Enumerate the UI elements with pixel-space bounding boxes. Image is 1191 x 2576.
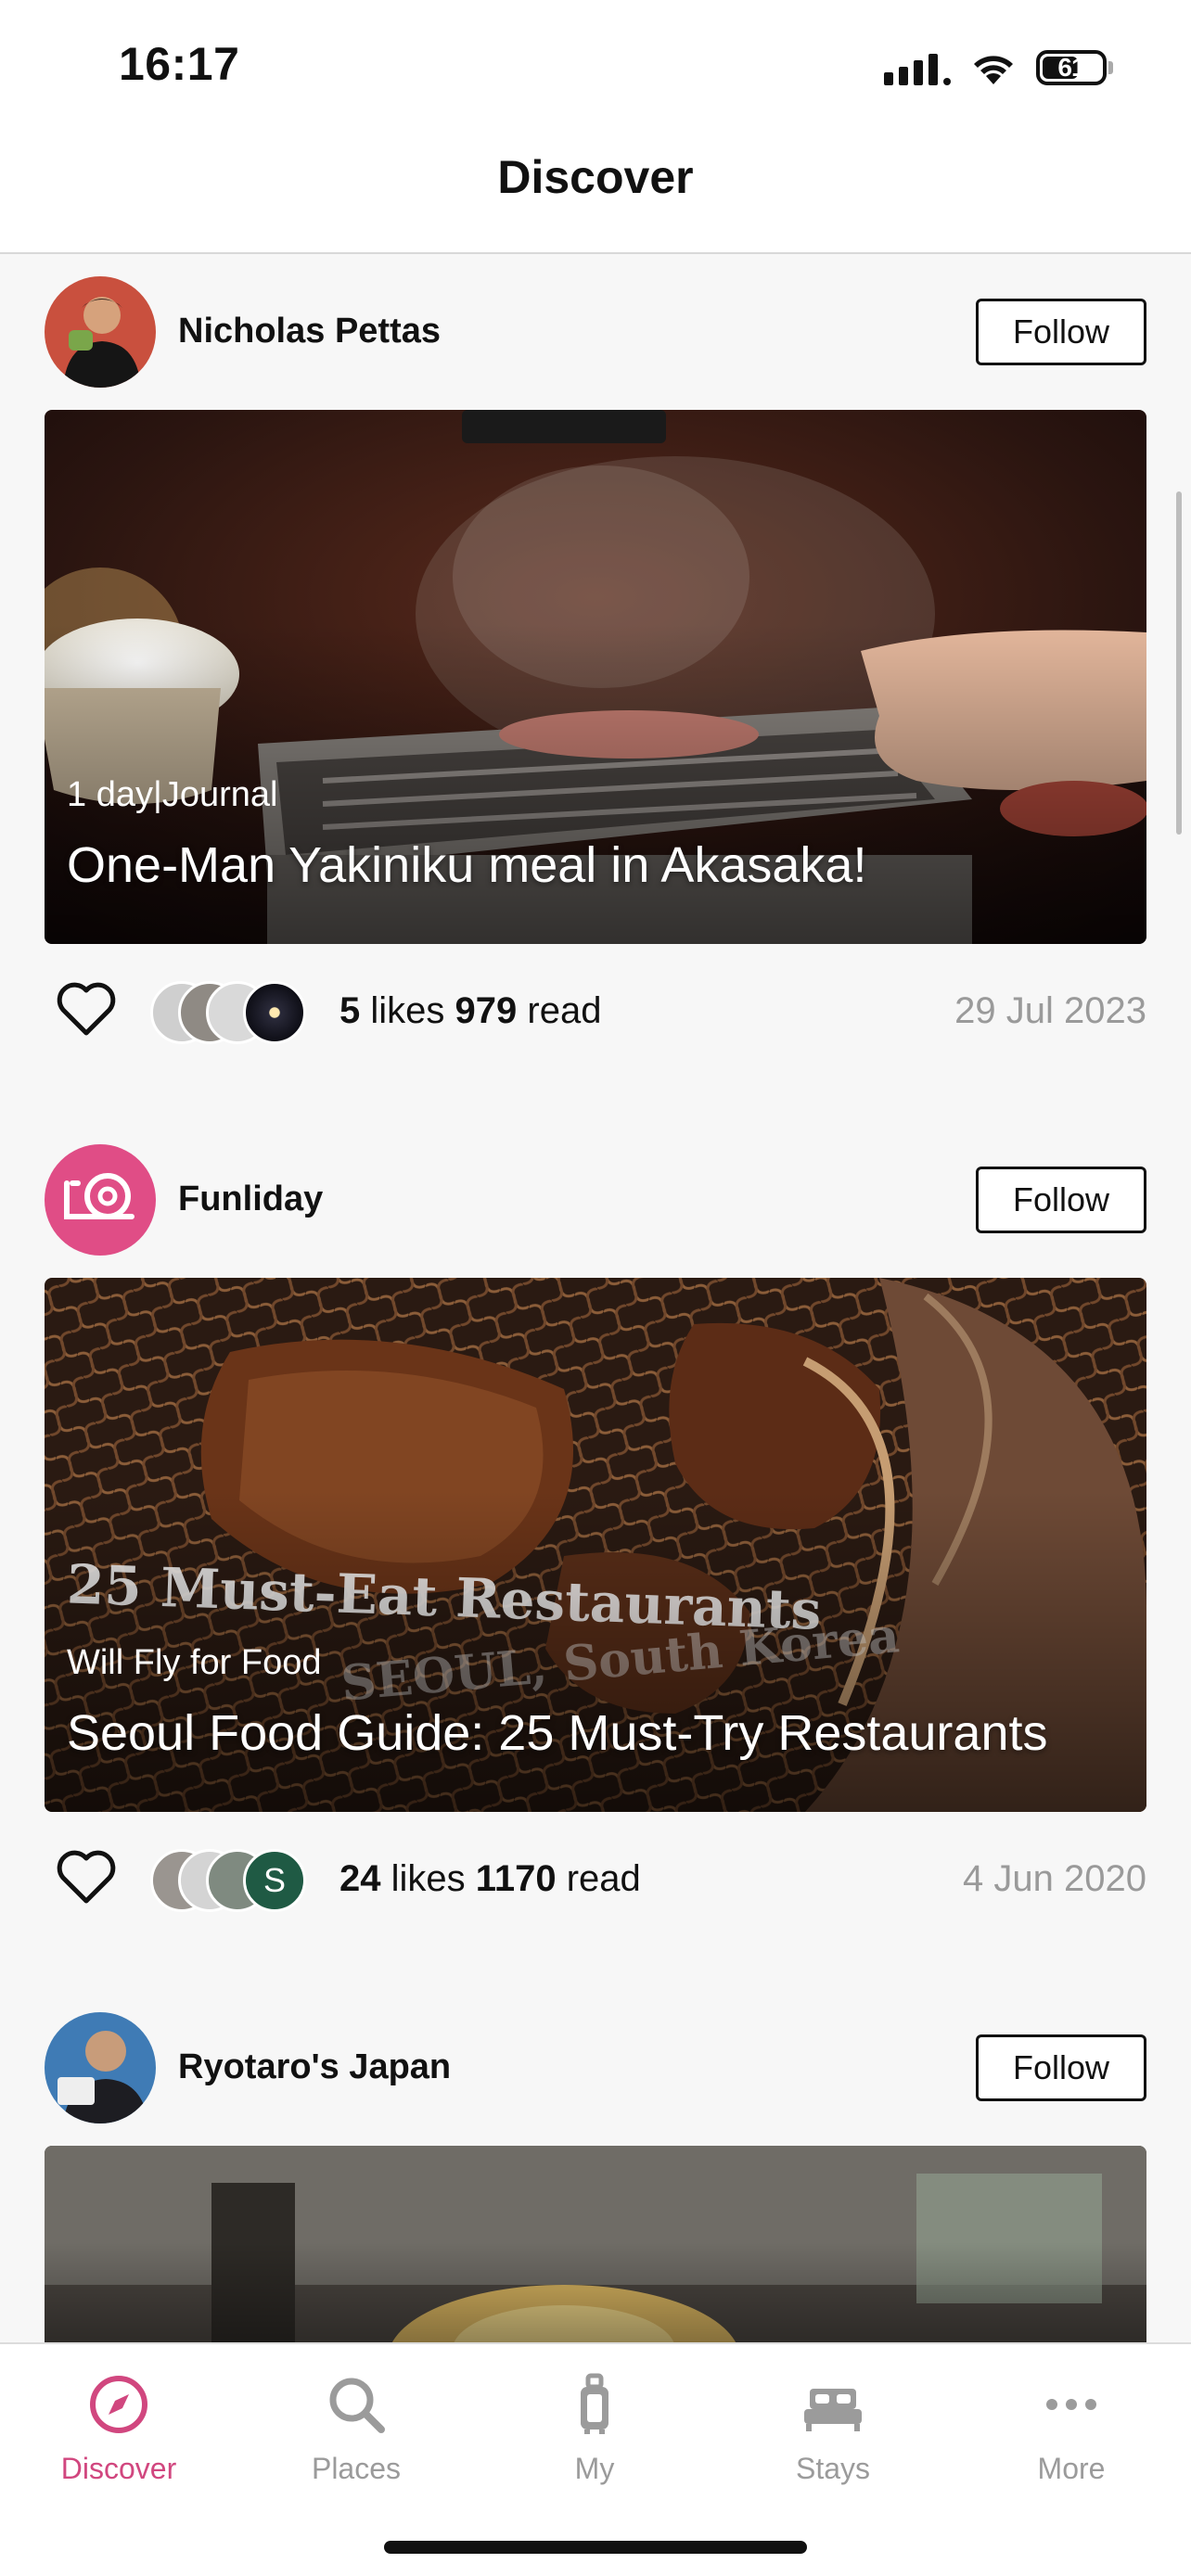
post-header: Funliday Follow [45,1144,1146,1257]
likes-label: likes [391,1858,466,1899]
likes-reads-count: 24 likes 1170 read [339,1858,641,1900]
tab-discover[interactable]: Discover [0,2372,237,2493]
post-cover[interactable]: 25 Must-Eat Restaurants SEOUL, South Kor… [45,1278,1146,1812]
liker-avatars[interactable]: S [150,1849,336,1914]
post-title[interactable]: One-Man Yakiniku meal in Akasaka! [67,836,866,894]
cover-overlay-subtitle: SEOUL, South Korea [339,1607,902,1712]
author-name[interactable]: Funliday [178,1180,323,1219]
likes-count: 5 [339,990,361,1031]
wifi-icon [974,56,1013,84]
author-avatar[interactable] [45,276,156,388]
heart-icon[interactable] [56,1849,117,1905]
feed-post: Nicholas Pettas Follow 1 day|Journal One… [0,256,1191,1128]
reads-count: 1170 [475,1858,557,1899]
post-date: 29 Jul 2023 [954,990,1146,1031]
post-date: 4 Jun 2020 [963,1858,1146,1899]
home-indicator[interactable] [384,2541,807,2554]
post-header: Ryotaro's Japan Follow [45,2012,1146,2125]
cover-image [45,2146,1146,2342]
status-time: 16:17 [119,38,240,90]
post-stats: S 24 likes 1170 read 4 Jun 2020 [45,1838,1146,1921]
author-name[interactable]: Ryotaro's Japan [178,2047,451,2087]
tab-my[interactable]: My [476,2372,713,2493]
tab-more[interactable]: More [953,2372,1190,2493]
follow-button[interactable]: Follow [976,2034,1146,2101]
header: Discover [0,130,1191,254]
heart-icon[interactable] [56,981,117,1037]
cellular-signal-icon [884,50,951,85]
bed-icon [804,2389,862,2431]
post-meta: Will Fly for Food [67,1643,322,1682]
page-title: Discover [497,151,694,203]
tab-label: My [574,2452,615,2485]
search-icon [329,2378,385,2433]
liker-avatar-initial: S [243,1849,306,1912]
liker-avatar [243,981,306,1044]
status-icons: 61 [884,45,1113,91]
reads-count: 979 [455,990,518,1031]
likes-count: 24 [339,1858,381,1899]
post-cover[interactable]: 1 day|Journal One-Man Yakiniku meal in A… [45,410,1146,944]
battery-indicator: 61 [1036,50,1113,85]
tab-label: Discover [60,2452,177,2485]
post-title[interactable]: Seoul Food Guide: 25 Must-Try Restaurant… [67,1704,1047,1762]
tab-label: Stays [795,2452,871,2485]
author-avatar[interactable] [45,1144,156,1256]
post-meta: 1 day|Journal [67,775,278,814]
follow-button[interactable]: Follow [976,299,1146,365]
battery-icon: 61 [1036,50,1107,85]
feed-post: Ryotaro's Japan Follow [0,1992,1191,2342]
reads-label: read [566,1858,641,1899]
follow-button[interactable]: Follow [976,1167,1146,1233]
liker-avatars[interactable] [150,981,336,1046]
battery-cap [1108,61,1113,74]
scroll-indicator[interactable] [1176,491,1182,835]
tab-label: Places [311,2452,402,2485]
more-dots-icon [1046,2399,1096,2410]
likes-label: likes [370,990,445,1031]
battery-percent: 61 [1057,53,1085,82]
compass-icon [90,2376,147,2433]
tab-stays[interactable]: Stays [714,2372,952,2493]
feed-post: Funliday Follow 25 Must-Eat Restaurants … [0,1124,1191,1996]
reads-label: read [527,990,602,1031]
author-avatar[interactable] [45,2012,156,2123]
post-cover[interactable] [45,2146,1146,2342]
tab-places[interactable]: Places [237,2372,475,2493]
post-header: Nicholas Pettas Follow [45,276,1146,389]
discover-feed[interactable]: Nicholas Pettas Follow 1 day|Journal One… [0,256,1191,2342]
cover-overlay-title: 25 Must-Eat Restaurants [66,1552,823,1641]
post-stats: 5 likes 979 read 29 Jul 2023 [45,970,1146,1053]
author-name[interactable]: Nicholas Pettas [178,312,441,351]
luggage-icon [581,2373,608,2434]
status-bar: 16:17 61 [0,0,1191,130]
tab-label: More [1037,2452,1106,2485]
likes-reads-count: 5 likes 979 read [339,990,601,1032]
